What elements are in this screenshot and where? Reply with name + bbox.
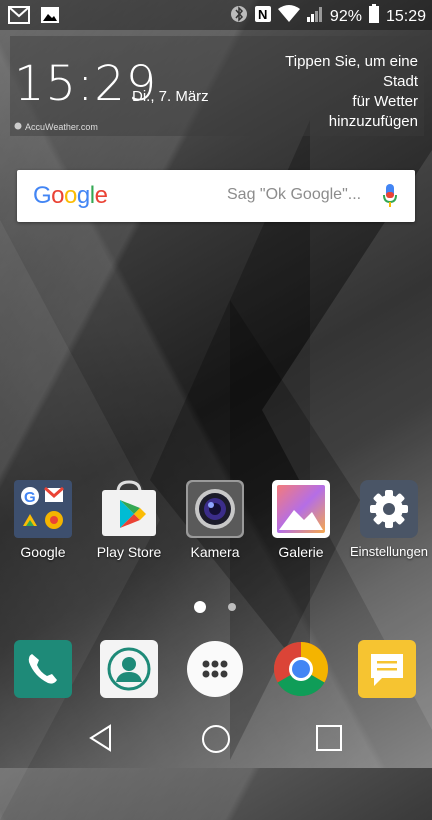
google-folder-icon: G xyxy=(14,480,72,538)
google-logo-letter: o xyxy=(64,182,77,209)
prompt-line: für Wetter xyxy=(352,93,418,110)
microphone-icon[interactable] xyxy=(383,184,397,213)
app-google-folder[interactable]: G Google xyxy=(0,480,86,560)
signal-icon xyxy=(306,5,324,28)
google-search-bar[interactable]: Google Sag "Ok Google"... xyxy=(17,170,415,222)
app-label: Galerie xyxy=(278,544,324,560)
google-logo: Google xyxy=(33,182,108,210)
app-play-store[interactable]: Play Store xyxy=(86,480,172,560)
accuweather-brand: AccuWeather.com xyxy=(14,122,98,132)
gallery-notification-icon xyxy=(40,5,60,30)
home-app-row: G Google Play Store Kamera Galerie Einst… xyxy=(0,480,432,570)
back-icon[interactable] xyxy=(88,724,114,757)
status-bar[interactable]: N 92% 15:29 xyxy=(0,0,432,30)
home-icon[interactable] xyxy=(201,724,231,759)
weather-widget[interactable]: 15:29 Di., 7. März Tippen Sie, um eine S… xyxy=(10,36,424,136)
settings-icon xyxy=(360,480,418,538)
recents-icon[interactable] xyxy=(315,724,343,757)
google-logo-letter: g xyxy=(76,182,90,209)
status-time: 15:29 xyxy=(385,7,426,25)
page-dot-active[interactable] xyxy=(194,601,206,613)
gallery-icon xyxy=(272,480,330,538)
widget-date: Di., 7. März xyxy=(132,88,209,105)
app-settings[interactable]: Einstellungen xyxy=(346,480,432,559)
wifi-icon xyxy=(277,5,300,28)
camera-icon xyxy=(186,480,244,538)
accuweather-logo-icon xyxy=(14,122,22,132)
svg-text:G: G xyxy=(24,489,36,506)
app-drawer-icon[interactable] xyxy=(186,640,244,698)
app-camera[interactable]: Kamera xyxy=(172,480,258,560)
navigation-bar xyxy=(0,712,432,768)
google-logo-letter: e xyxy=(94,182,108,209)
prompt-line: Stadt xyxy=(382,73,418,90)
nfc-icon: N xyxy=(254,5,272,28)
bluetooth-icon xyxy=(230,4,248,29)
prompt-line: hinzuzufügen xyxy=(328,113,418,130)
messages-icon[interactable] xyxy=(358,640,416,698)
chrome-icon[interactable] xyxy=(272,640,330,698)
app-label: Kamera xyxy=(190,544,240,560)
prompt-line: Tippen Sie, um eine xyxy=(285,53,418,70)
page-indicator[interactable] xyxy=(0,600,432,614)
google-logo-letter: o xyxy=(51,182,65,209)
google-logo-letter: G xyxy=(33,182,52,209)
battery-icon xyxy=(368,4,380,29)
app-gallery[interactable]: Galerie xyxy=(258,480,344,560)
app-label: Play Store xyxy=(96,544,162,560)
app-label: Google xyxy=(20,544,66,560)
weather-add-city-prompt[interactable]: Tippen Sie, um eine Stadt für Wetter hin… xyxy=(248,52,418,132)
app-label: Einstellungen xyxy=(349,544,429,559)
battery-percentage: 92% xyxy=(329,7,362,25)
phone-icon[interactable] xyxy=(14,640,72,698)
dock xyxy=(0,640,432,704)
play-store-icon xyxy=(100,480,158,538)
accuweather-text: AccuWeather.com xyxy=(25,122,98,132)
gmail-icon xyxy=(8,5,30,30)
search-placeholder[interactable]: Sag "Ok Google"... xyxy=(227,186,361,204)
contacts-icon[interactable] xyxy=(100,640,158,698)
svg-text:N: N xyxy=(258,7,267,22)
page-dot[interactable] xyxy=(228,603,236,611)
